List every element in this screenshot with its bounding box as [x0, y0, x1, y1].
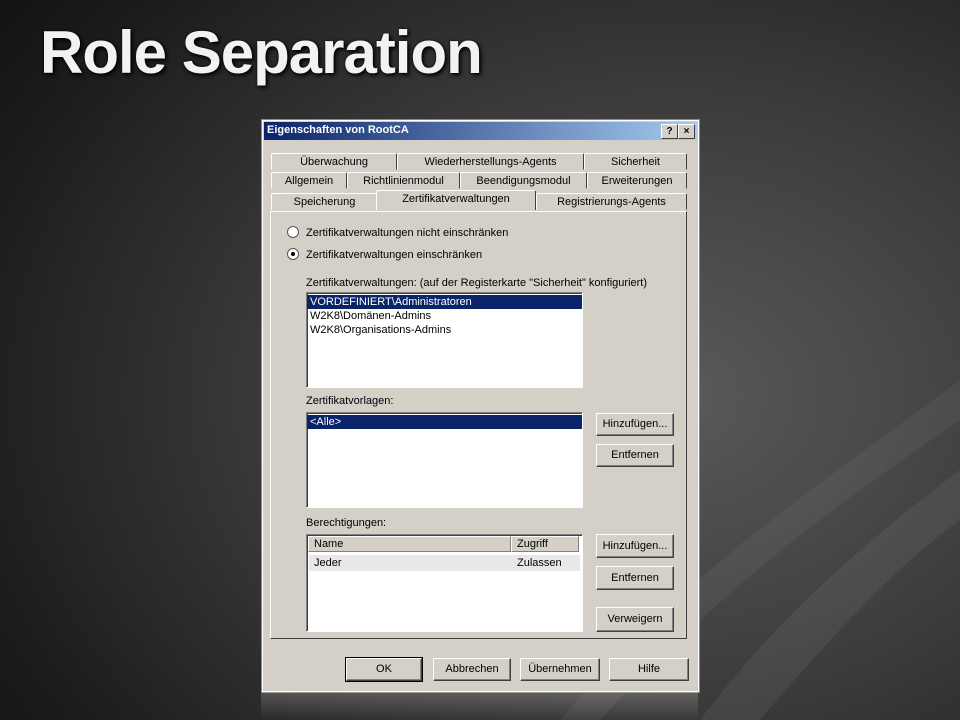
properties-dialog: Eigenschaften von RootCA ? × Überwachung… [261, 119, 700, 693]
list-item[interactable]: W2K8\Organisations-Admins [307, 323, 582, 337]
permission-name-cell: Jeder [314, 557, 342, 569]
list-item[interactable]: VORDEFINIERT\Administratoren [307, 295, 582, 309]
close-icon[interactable]: × [678, 124, 695, 139]
radio-unchecked-icon [287, 226, 299, 239]
radio-restricted-label: Zertifikatverwaltungen einschränken [306, 249, 483, 261]
dialog-titlebar: Eigenschaften von RootCA ? × [264, 122, 697, 140]
deny-button[interactable]: Verweigern [596, 607, 674, 632]
tab-ueberwachung[interactable]: Überwachung [271, 153, 397, 170]
list-item[interactable]: W2K8\Domänen-Admins [307, 309, 582, 323]
table-row[interactable]: Jeder Zulassen [309, 555, 580, 571]
cancel-button[interactable]: Abbrechen [433, 658, 511, 681]
help-icon[interactable]: ? [661, 124, 678, 139]
tab-sicherheit[interactable]: Sicherheit [584, 153, 687, 170]
tab-richtlinienmodul[interactable]: Richtlinienmodul [347, 172, 460, 189]
templates-list[interactable]: <Alle> [306, 412, 583, 508]
column-header-name[interactable]: Name [308, 536, 511, 552]
permission-access-cell: Zulassen [517, 557, 562, 569]
list-item[interactable]: <Alle> [307, 415, 582, 429]
tab-wiederherstellungs-agents[interactable]: Wiederherstellungs-Agents [397, 153, 584, 170]
radio-restricted[interactable]: Zertifikatverwaltungen einschränken [287, 247, 482, 263]
tab-erweiterungen[interactable]: Erweiterungen [587, 172, 687, 189]
help-button[interactable]: Hilfe [609, 658, 689, 681]
permissions-table[interactable]: Name Zugriff Jeder Zulassen [306, 534, 583, 632]
ok-button[interactable]: OK [345, 657, 423, 682]
column-header-access[interactable]: Zugriff [511, 536, 579, 552]
templates-label: Zertifikatvorlagen: [306, 395, 394, 407]
radio-unrestricted[interactable]: Zertifikatverwaltungen nicht einschränke… [287, 225, 508, 241]
tab-registrierungs-agents[interactable]: Registrierungs-Agents [536, 193, 687, 210]
tab-allgemein[interactable]: Allgemein [271, 172, 347, 189]
permissions-label: Berechtigungen: [306, 517, 387, 529]
tab-beendigungsmodul[interactable]: Beendigungsmodul [460, 172, 587, 189]
radio-checked-icon [287, 248, 299, 261]
templates-remove-button[interactable]: Entfernen [596, 444, 674, 467]
managers-list[interactable]: VORDEFINIERT\Administratoren W2K8\Domäne… [306, 292, 583, 388]
templates-add-button[interactable]: Hinzufügen... [596, 413, 674, 436]
permissions-remove-button[interactable]: Entfernen [596, 566, 674, 590]
tab-speicherung[interactable]: Speicherung [271, 193, 378, 210]
managers-label: Zertifikatverwaltungen: (auf der Registe… [306, 277, 648, 289]
tab-zertifikatverwaltungen[interactable]: Zertifikatverwaltungen [376, 190, 536, 210]
slide-title: Role Separation [40, 19, 483, 86]
radio-unrestricted-label: Zertifikatverwaltungen nicht einschränke… [306, 227, 509, 239]
dialog-title: Eigenschaften von RootCA [267, 124, 409, 136]
apply-button[interactable]: Übernehmen [520, 658, 600, 681]
dialog-reflection [261, 692, 698, 720]
permissions-add-button[interactable]: Hinzufügen... [596, 534, 674, 558]
